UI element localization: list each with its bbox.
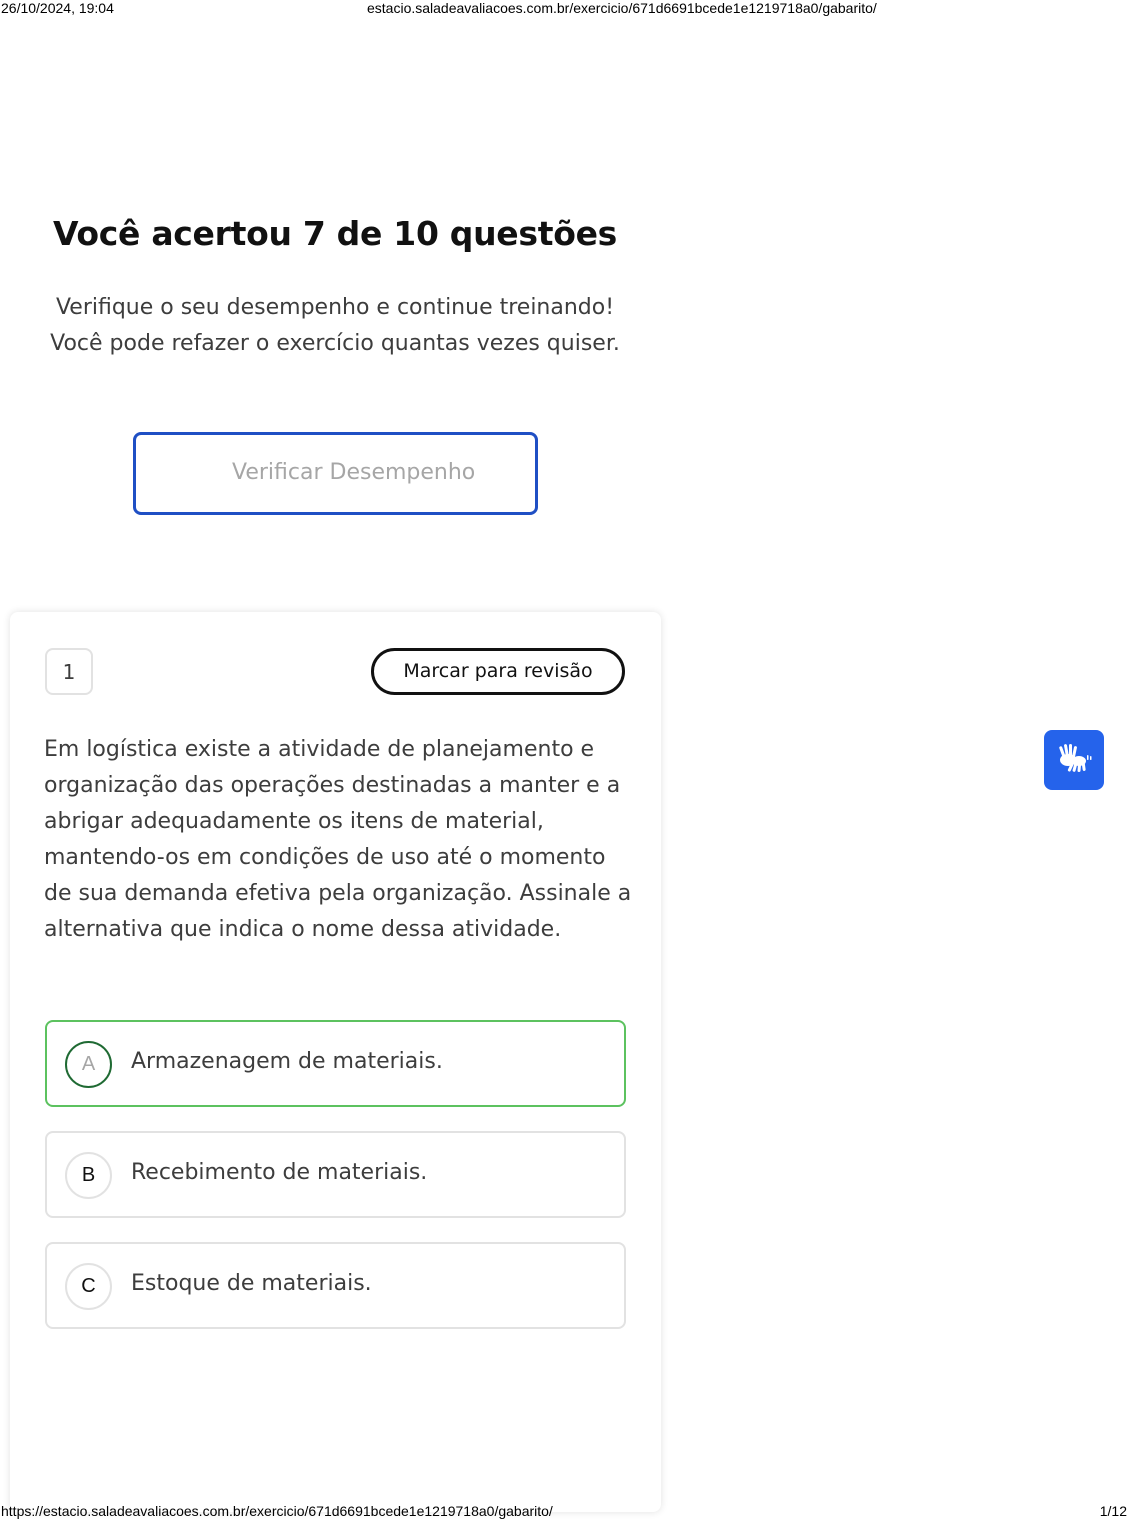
print-datetime: 26/10/2024, 19:04 xyxy=(1,0,114,16)
question-number: 1 xyxy=(45,648,93,695)
option-text-b: Recebimento de materiais. xyxy=(131,1160,428,1185)
page-indicator: 1/12 xyxy=(1099,1503,1127,1519)
question-text: Em logística existe a atividade de plane… xyxy=(44,737,632,942)
print-header-url: estacio.saladeavaliacoes.com.br/exercici… xyxy=(367,0,877,16)
question-card: 1 Marcar para revisão Em logística exist… xyxy=(10,612,661,1512)
option-c[interactable]: C Estoque de materiais. xyxy=(45,1242,626,1329)
verify-performance-button[interactable]: Verificar Desempenho xyxy=(133,432,538,515)
result-title: Você acertou 7 de 10 questões xyxy=(52,214,617,253)
sign-language-hands-icon xyxy=(1059,744,1092,772)
option-a[interactable]: A Armazenagem de materiais. xyxy=(45,1020,626,1107)
print-header: 26/10/2024, 19:04 estacio.saladeavaliaco… xyxy=(0,0,1128,18)
result-subtitle: Verifique o seu desempenho e continue tr… xyxy=(50,295,620,356)
sign-language-accessibility-button[interactable] xyxy=(1044,730,1104,790)
verify-performance-label: Verificar Desempenho xyxy=(232,460,476,485)
option-text-c: Estoque de materiais. xyxy=(131,1271,372,1296)
option-letter-a: A xyxy=(65,1041,112,1088)
print-footer: https://estacio.saladeavaliacoes.com.br/… xyxy=(0,1503,1128,1521)
print-footer-url: https://estacio.saladeavaliacoes.com.br/… xyxy=(1,1503,553,1519)
option-text-a: Armazenagem de materiais. xyxy=(131,1049,443,1074)
option-letter-b: B xyxy=(65,1152,112,1199)
option-letter-c: C xyxy=(65,1263,112,1310)
mark-for-review-button[interactable]: Marcar para revisão xyxy=(371,648,625,695)
option-b[interactable]: B Recebimento de materiais. xyxy=(45,1131,626,1218)
